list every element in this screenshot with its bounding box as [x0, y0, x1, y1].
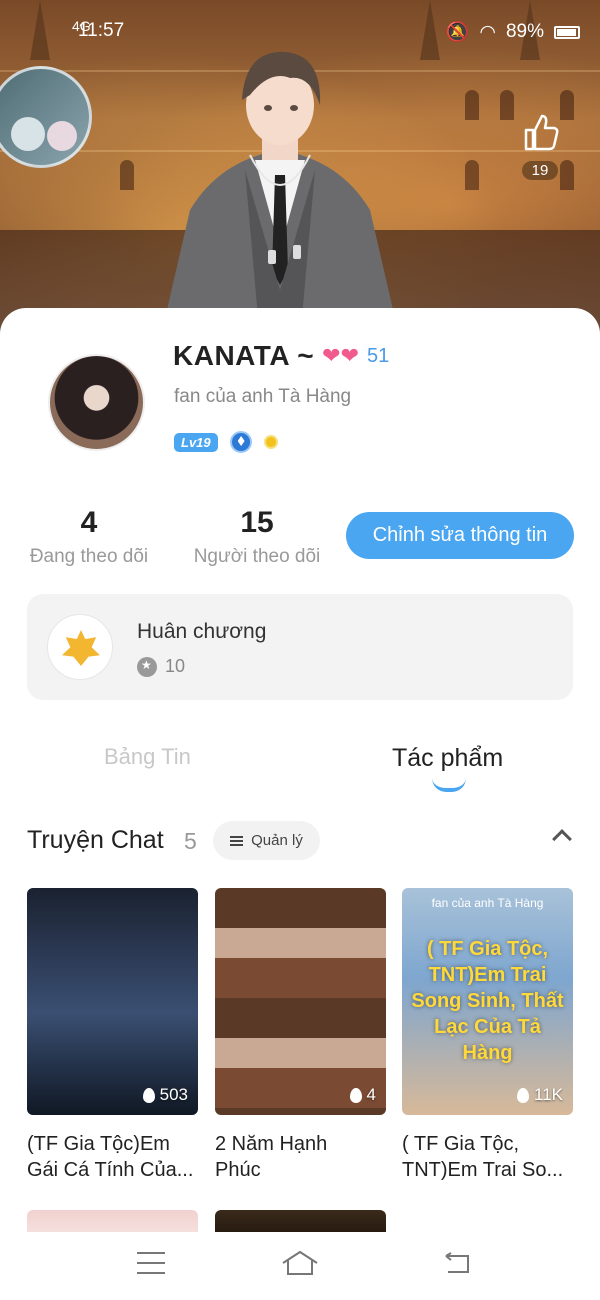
- story-count: 11K: [534, 1085, 563, 1104]
- manage-label: Quản lý: [251, 832, 303, 849]
- story-cover: fan của anh Tà Hàng ( TF Gia Tộc, TNT)Em…: [402, 888, 573, 1115]
- story-cover: 503: [27, 888, 198, 1115]
- tab-works[interactable]: Tác phẩm: [392, 744, 503, 773]
- flame-icon: [142, 1087, 155, 1103]
- building-window: [500, 90, 514, 120]
- followers-label: Người theo dõi: [193, 546, 321, 567]
- medal-card[interactable]: Huân chương 10: [27, 594, 573, 700]
- followers-stat[interactable]: 15 Người theo dõi: [190, 506, 324, 568]
- story-title-line: ( TF Gia Tộc,: [402, 1133, 520, 1155]
- section-title: Truyện Chat: [27, 826, 164, 854]
- thumbs-up-icon: [524, 114, 559, 151]
- edit-profile-button[interactable]: Chỉnh sửa thông tin: [346, 512, 574, 559]
- medal-title: Huân chương: [137, 620, 267, 643]
- building-window: [560, 160, 574, 190]
- heart-count: 51: [367, 344, 390, 367]
- following-stat[interactable]: 4 Đang theo dõi: [27, 506, 151, 568]
- battery-level: 89%: [505, 21, 544, 42]
- story-views: 4: [349, 1085, 376, 1105]
- hearts-icon: ❤❤: [322, 343, 360, 368]
- medal-icon: [47, 614, 113, 680]
- story-card[interactable]: 4 2 Năm Hạnh Phúc: [215, 888, 386, 1183]
- avatar-character: [160, 51, 400, 340]
- like-button[interactable]: 19: [518, 112, 562, 180]
- flame-icon: [517, 1087, 529, 1103]
- building-window: [560, 90, 574, 120]
- like-count: 19: [521, 161, 559, 180]
- story-views: 11K: [517, 1085, 563, 1105]
- status-bar: 4G 11:57 🔕 ◠ 89%: [0, 0, 600, 62]
- building-window: [465, 160, 479, 190]
- story-title-line: (TF Gia Tộc)Em: [27, 1133, 170, 1155]
- battery-icon: [554, 25, 580, 39]
- story-count: 503: [159, 1085, 188, 1104]
- story-title-line: 2 Năm Hạnh: [215, 1133, 328, 1155]
- tab-news-feed[interactable]: Bảng Tin: [104, 744, 191, 770]
- profile-bio: fan của anh Tà Hàng: [174, 386, 352, 407]
- story-card[interactable]: 503 (TF Gia Tộc)Em Gái Cá Tính Của...: [27, 888, 198, 1183]
- following-count: 4: [80, 506, 98, 539]
- profile-screen: 4G 11:57 🔕 ◠ 89% 19 KANATA ~ ❤❤ 51 fan c…: [0, 0, 600, 1300]
- menu-icon[interactable]: [137, 1252, 165, 1274]
- cover-title-text: ( TF Gia Tộc, TNT)Em Trai Song Sinh, Thấ…: [411, 938, 564, 1064]
- mute-icon: 🔕: [445, 22, 470, 43]
- star-icon: [137, 656, 157, 677]
- story-title-line: Phúc: [215, 1159, 261, 1181]
- building-window: [120, 160, 134, 190]
- section-count: 5: [184, 828, 197, 854]
- back-icon[interactable]: [442, 1252, 472, 1274]
- flame-icon: [349, 1087, 362, 1103]
- avatar-face: [11, 117, 45, 151]
- medal-count-row: 10: [137, 656, 185, 677]
- avatar-face: [47, 121, 77, 151]
- story-title-line: Gái Cá Tính Của...: [27, 1159, 194, 1181]
- story-cover: 4: [215, 888, 386, 1115]
- story-title: ( TF Gia Tộc, TNT)Em Trai So...: [402, 1131, 573, 1183]
- manage-button[interactable]: Quản lý: [213, 821, 320, 860]
- story-count: 4: [366, 1085, 376, 1104]
- coin-badge-icon[interactable]: [263, 435, 278, 449]
- story-title: (TF Gia Tộc)Em Gái Cá Tính Của...: [27, 1131, 198, 1183]
- name-line: KANATA ~ ❤❤ 51: [173, 340, 389, 372]
- status-right-group: 🔕 ◠ 89%: [446, 20, 580, 44]
- story-title-line: TNT)Em Trai So...: [402, 1159, 564, 1181]
- cover-top-text: fan của anh Tà Hàng: [431, 896, 544, 910]
- home-icon[interactable]: [281, 1250, 319, 1276]
- followers-count: 15: [240, 506, 274, 539]
- story-title: 2 Năm Hạnh Phúc: [215, 1131, 386, 1183]
- story-card[interactable]: fan của anh Tà Hàng ( TF Gia Tộc, TNT)Em…: [402, 888, 573, 1183]
- username: KANATA ~: [173, 340, 315, 371]
- story-views: 503: [142, 1085, 188, 1105]
- profile-avatar[interactable]: [48, 354, 145, 451]
- status-time: 11:57: [78, 20, 125, 41]
- system-nav-bar: [0, 1232, 600, 1300]
- gem-badge-icon[interactable]: [229, 431, 252, 453]
- medal-count: 10: [165, 656, 186, 676]
- building-window: [465, 90, 479, 120]
- badge-row: Lv19: [174, 431, 278, 453]
- list-settings-icon: [230, 835, 244, 846]
- level-badge[interactable]: Lv19: [174, 432, 218, 452]
- wifi-icon: ◠: [479, 21, 496, 43]
- following-label: Đang theo dõi: [29, 546, 149, 567]
